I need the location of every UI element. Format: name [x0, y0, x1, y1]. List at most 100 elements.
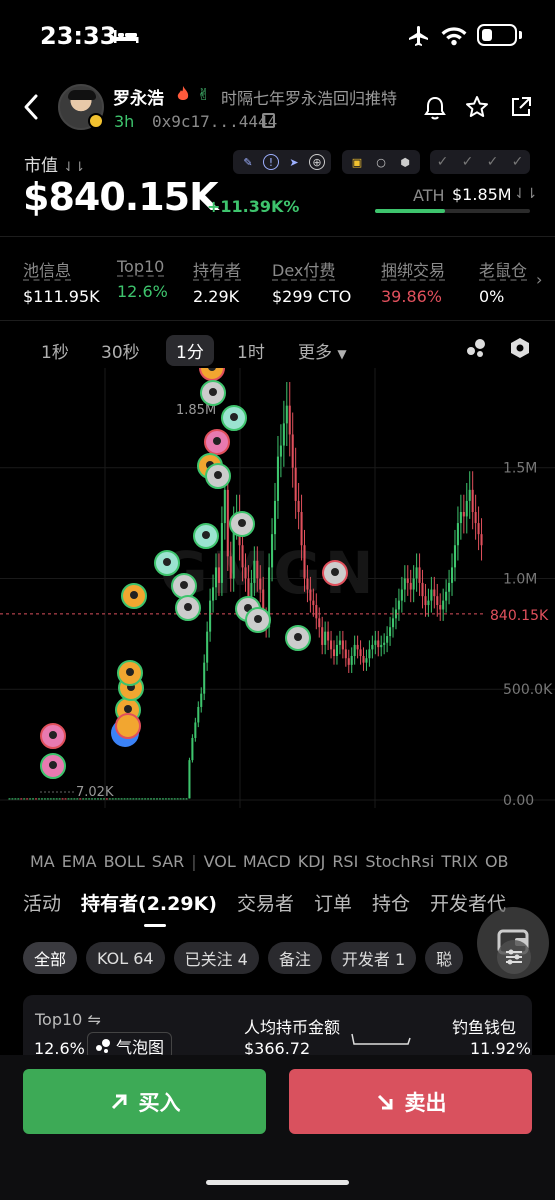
indicator-boll[interactable]: BOLL [104, 852, 145, 871]
bell-icon[interactable] [424, 96, 446, 120]
candle-body [176, 798, 179, 800]
pump-icon[interactable]: ✎ [239, 153, 257, 171]
tab-0[interactable]: 活动 [23, 889, 61, 916]
buy-button[interactable]: 买入 [23, 1069, 266, 1134]
candle-body [291, 434, 294, 468]
active-tab-underline [144, 924, 166, 927]
stat-value: 12.6% [117, 282, 168, 301]
candle-body [20, 798, 23, 800]
cube-icon[interactable]: ⬢ [396, 153, 414, 171]
timeframe-1s[interactable]: 1秒 [41, 338, 69, 363]
filter-chip[interactable]: 聪 [425, 942, 464, 974]
timeframe-30s[interactable]: 30秒 [101, 338, 140, 363]
timeframe-more[interactable]: 更多 ▼ [298, 338, 347, 363]
candle-body [52, 798, 55, 800]
candle-body [40, 798, 43, 800]
trader-avatar-face [214, 471, 222, 479]
indicator-trix[interactable]: TRIX [441, 852, 478, 871]
top10-label[interactable]: Top10 ⇋ [35, 1010, 101, 1029]
bee-icon[interactable]: ▣ [348, 153, 366, 171]
indicator-sar[interactable]: SAR [152, 852, 185, 871]
stat-item[interactable]: 捆绑交易 39.86% [381, 257, 445, 306]
token-description: 时隔七年罗永浩回归推特 [221, 89, 398, 108]
candle-body [389, 627, 392, 637]
phishing-wallet-label: 钓鱼钱包 [452, 1018, 517, 1037]
tab-2[interactable]: 交易者 [237, 889, 294, 916]
candle-body [200, 693, 203, 707]
tab-3[interactable]: 订单 [314, 889, 352, 916]
tab-1[interactable]: 持有者(2.29K) [81, 889, 217, 916]
filter-chip[interactable]: 已关注 4 [173, 942, 259, 974]
candle-body [306, 578, 309, 590]
indicator-vol[interactable]: VOL [204, 852, 236, 871]
filter-settings-icon[interactable] [497, 940, 531, 974]
filter-chips: 全部 KOL 64 已关注 4 备注 开发者 1聪 [23, 942, 464, 974]
ath-value: $1.85M [452, 185, 512, 204]
stat-value: 0% [479, 287, 505, 306]
stat-item[interactable]: 持有者 2.29K [193, 257, 241, 306]
search-icon[interactable]: ○ [372, 153, 390, 171]
y-tick-label: 1.5M [503, 461, 537, 477]
candle-body [282, 423, 285, 446]
candle-body [377, 640, 380, 648]
price-chart[interactable]: GMGN840.15K1.5M1.0M500.0K0.001.85M7.02K2… [0, 368, 555, 818]
filter-chip[interactable]: 开发者 1 [330, 942, 417, 974]
security-checks[interactable]: ✓ ✓ ✓ ✓ [430, 150, 530, 174]
indicator-ob[interactable]: OB [485, 852, 509, 871]
market-cap-change: +11.39K% [207, 197, 300, 216]
stat-item[interactable]: Top10 12.6% [117, 257, 168, 301]
indicator-stochrsi[interactable]: StochRsi [365, 852, 434, 871]
star-icon[interactable] [465, 95, 489, 119]
candle-body [32, 798, 35, 800]
sell-button[interactable]: 卖出 [289, 1069, 532, 1134]
stat-item[interactable]: Dex付费 $299 CTO [272, 257, 351, 306]
candle-body [406, 578, 409, 583]
candle-body [477, 523, 480, 535]
stat-item[interactable]: 老鼠仓 0% [479, 257, 527, 306]
candle-body [285, 405, 288, 424]
ath-progress-bar [375, 209, 530, 213]
chart-settings-icon[interactable] [510, 337, 530, 359]
market-cap-label[interactable]: 市值 ⇃⇂ [24, 151, 85, 176]
stat-item[interactable]: 池信息 $111.95K [23, 257, 100, 306]
candle-body [8, 798, 11, 800]
filter-chip[interactable]: 备注 [267, 942, 322, 974]
candle-body [409, 582, 412, 590]
candle-body [365, 658, 368, 663]
candle-body [23, 798, 26, 800]
trader-avatar-face [209, 388, 217, 396]
globe-icon[interactable]: ⊕ [309, 154, 325, 170]
candle-body [43, 798, 46, 800]
candle-body [58, 798, 61, 800]
candle-body [188, 760, 191, 799]
filter-chip[interactable]: KOL 64 [86, 942, 165, 974]
telegram-icon[interactable]: ➤ [285, 153, 303, 171]
arrow-up-right-icon [111, 1094, 126, 1109]
info-icon[interactable]: ! [263, 154, 279, 170]
candle-body [138, 798, 141, 800]
indicator-rsi[interactable]: RSI [332, 852, 358, 871]
airplane-mode-icon [409, 26, 428, 46]
filter-chip[interactable]: 全部 [23, 942, 78, 974]
candle-body [26, 798, 29, 800]
candle-body [318, 618, 321, 628]
tab-4[interactable]: 持仓 [372, 889, 410, 916]
candle-body [126, 798, 129, 800]
low-marker-label: 7.02K [76, 785, 114, 800]
copy-icon[interactable] [262, 113, 275, 128]
timeframe-1h[interactable]: 1时 [237, 338, 265, 363]
chevron-right-icon[interactable]: › [536, 270, 542, 289]
candle-body [300, 512, 303, 546]
indicator-kdj[interactable]: KDJ [298, 852, 326, 871]
indicator-ma[interactable]: MA [30, 852, 55, 871]
bubble-map-icon[interactable] [465, 338, 487, 358]
back-arrow-icon[interactable] [22, 93, 40, 121]
contract-address[interactable]: 0x9c17...4444 [152, 112, 277, 131]
share-icon[interactable] [509, 95, 533, 119]
indicator-ema[interactable]: EMA [62, 852, 97, 871]
timeframe-1m[interactable]: 1分 [166, 335, 214, 366]
y-tick-label: 1.0M [503, 571, 537, 587]
candle-body [344, 649, 347, 659]
indicator-macd[interactable]: MACD [243, 852, 291, 871]
candle-body [309, 589, 312, 601]
